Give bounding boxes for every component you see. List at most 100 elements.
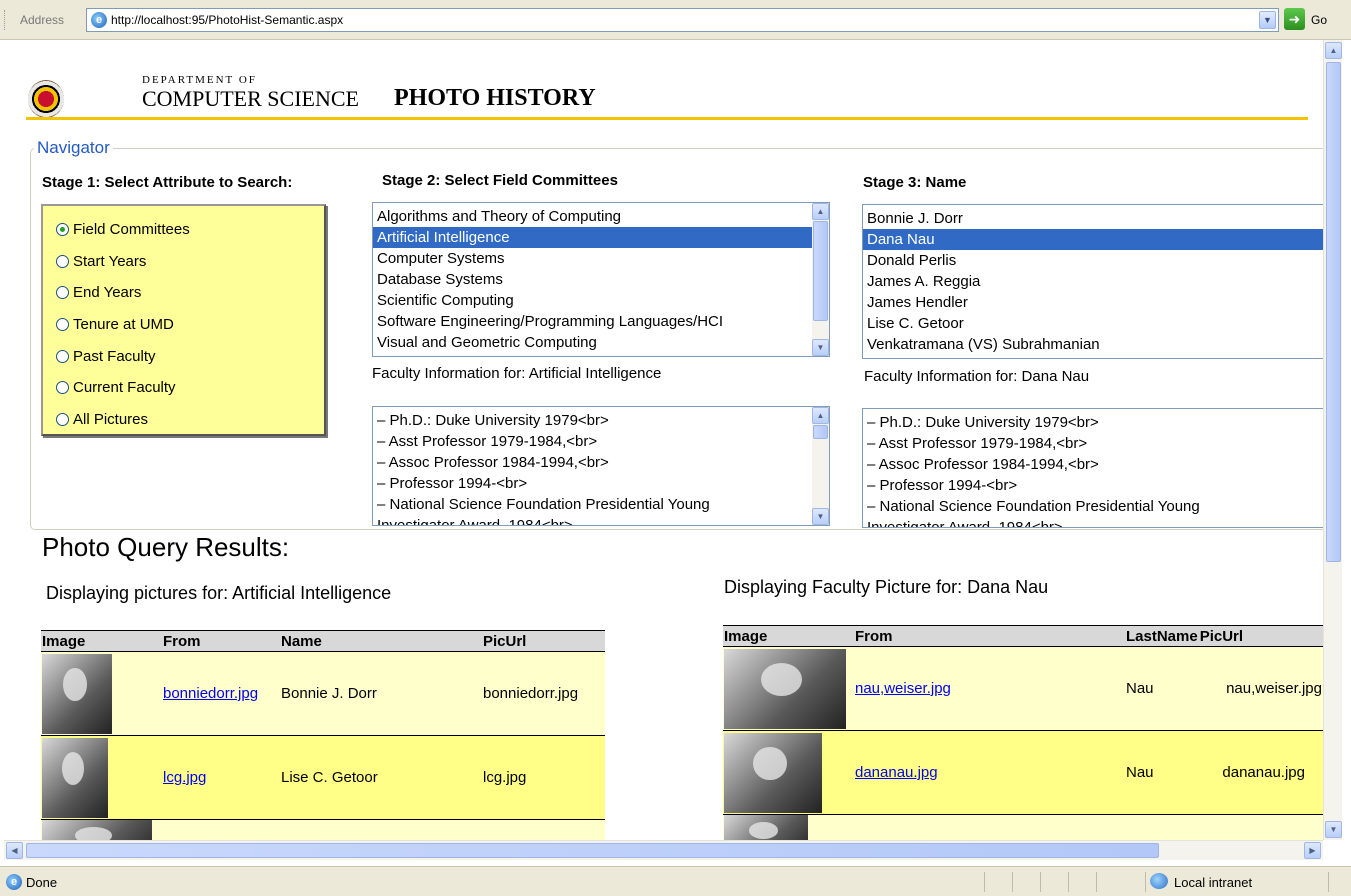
stage1-heading: Stage 1: Select Attribute to Search: (42, 174, 293, 191)
page-vertical-scrollbar[interactable]: ▲ ▼ (1323, 40, 1342, 840)
page-horizontal-scrollbar[interactable]: ◀ ▶ (4, 840, 1323, 860)
list-item[interactable]: Database Systems (373, 269, 829, 290)
scroll-down-icon[interactable]: ▼ (812, 508, 829, 525)
radio-label: All Pictures (73, 410, 149, 428)
radio-option[interactable]: Current Faculty (43, 372, 324, 404)
navigator-legend: Navigator (34, 138, 113, 158)
go-arrow-icon[interactable]: ➜ (1284, 8, 1305, 30)
radio-button[interactable] (56, 254, 69, 268)
scroll-thumb[interactable] (813, 221, 828, 321)
info-line: – Ph.D.: Duke University 1979<br> (377, 412, 609, 429)
info-line: – National Science Foundation Presidenti… (867, 498, 1200, 515)
photo-link[interactable]: lcg.jpg (163, 769, 206, 786)
status-divider (1040, 872, 1041, 892)
list-item[interactable]: James Hendler (863, 292, 1323, 313)
radio-button[interactable] (56, 318, 69, 332)
status-divider (1328, 872, 1329, 892)
col-header: From (854, 625, 1125, 647)
radio-label: Field Committees (73, 221, 190, 239)
info-line: – Assoc Professor 1984-1994,<br> (867, 456, 1099, 473)
scroll-right-icon[interactable]: ▶ (1304, 842, 1321, 859)
listbox-scrollbar[interactable]: ▲ ▼ (812, 203, 829, 356)
scroll-thumb[interactable] (813, 425, 828, 439)
list-item[interactable]: Visual and Geometric Computing (373, 332, 829, 353)
scroll-up-icon[interactable]: ▲ (812, 407, 829, 424)
info-line: – Assoc Professor 1984-1994,<br> (377, 454, 609, 471)
table-row: bonniedorr.jpg Bonnie J. Dorr bonniedorr… (41, 651, 605, 736)
table-row: nau,weiser.jpg Nau nau,weiser.jpg (723, 646, 1323, 731)
ie-page-icon: e (6, 874, 22, 890)
col-header: Image (723, 625, 854, 647)
col-header: From (162, 630, 280, 652)
address-label: Address (20, 13, 65, 27)
scroll-thumb[interactable] (1326, 62, 1341, 562)
textarea-scrollbar[interactable]: ▲ ▼ (812, 407, 829, 525)
address-url: http://localhost:95/PhotoHist-Semantic.a… (111, 13, 344, 27)
page-title: PHOTO HISTORY (394, 85, 596, 111)
info-line: – Ph.D.: Duke University 1979<br> (867, 414, 1099, 431)
photo-thumbnail (42, 737, 108, 818)
list-item[interactable]: Artificial Intelligence (373, 227, 829, 248)
info-line: – National Science Foundation Presidenti… (377, 496, 710, 513)
list-item[interactable]: Lise C. Getoor (863, 313, 1323, 334)
list-item[interactable]: Dana Nau (863, 229, 1323, 250)
address-input[interactable]: e http://localhost:95/PhotoHist-Semantic… (86, 8, 1279, 32)
photo-thumbnail (724, 648, 846, 729)
radio-button[interactable] (56, 286, 69, 300)
scroll-down-icon[interactable]: ▼ (1325, 821, 1342, 838)
name-listbox[interactable]: Bonnie J. Dorr Dana Nau Donald Perlis James… (862, 204, 1323, 359)
toolbar-grip[interactable] (4, 10, 7, 30)
photo-thumbnail (42, 820, 152, 840)
scroll-thumb[interactable] (26, 843, 1159, 858)
radio-button[interactable] (56, 381, 69, 395)
address-bar: Address e http://localhost:95/PhotoHist-… (0, 0, 1351, 40)
info-line: – Asst Professor 1979-1984,<br> (867, 435, 1088, 452)
scroll-down-icon[interactable]: ▼ (812, 339, 829, 356)
radio-option[interactable]: Past Faculty (43, 340, 324, 372)
committee-info-textarea[interactable]: – Ph.D.: Duke University 1979<br> – Asst … (372, 406, 830, 526)
go-button[interactable]: Go (1311, 13, 1327, 27)
photo-link[interactable]: bonniedorr.jpg (163, 685, 258, 702)
list-item[interactable]: Venkatramana (VS) Subrahmanian (863, 334, 1323, 355)
radio-option[interactable]: All Pictures (43, 404, 324, 436)
col-header: Name (280, 630, 482, 652)
radio-button[interactable] (56, 223, 69, 237)
stage2-info-label: Faculty Information for: Artificial Inte… (372, 365, 662, 382)
university-seal-logo (28, 80, 64, 118)
list-item[interactable]: Scientific Computing (373, 290, 829, 311)
left-results-label: Displaying pictures for: Artificial Inte… (46, 583, 392, 603)
list-item[interactable]: Software Engineering/Programming Languag… (373, 311, 829, 332)
photo-link[interactable]: nau,weiser.jpg (855, 680, 951, 697)
radio-label: Start Years (73, 252, 147, 270)
scroll-left-icon[interactable]: ◀ (6, 842, 23, 859)
address-dropdown-button[interactable]: ▼ (1259, 11, 1276, 29)
radio-option[interactable]: Tenure at UMD (43, 309, 324, 341)
radio-button[interactable] (56, 349, 69, 363)
info-line: – Professor 1994-<br> (377, 475, 528, 492)
list-item[interactable]: Donald Perlis (863, 250, 1323, 271)
name-cell: Lise C. Getoor (280, 735, 482, 820)
field-committees-listbox[interactable]: Algorithms and Theory of Computing Artifi… (372, 202, 830, 357)
photo-link[interactable]: dananau.jpg (855, 764, 938, 781)
list-item[interactable]: Bonnie J. Dorr (863, 208, 1323, 229)
scroll-up-icon[interactable]: ▲ (1325, 42, 1342, 59)
scroll-up-icon[interactable]: ▲ (812, 203, 829, 220)
radio-option[interactable]: Start Years (43, 246, 324, 278)
radio-label: Tenure at UMD (73, 316, 174, 334)
faculty-info-textarea[interactable]: – Ph.D.: Duke University 1979<br> – Asst … (862, 408, 1323, 528)
radio-label: Current Faculty (73, 379, 176, 397)
col-header: Image (41, 630, 162, 652)
dept-name: COMPUTER SCIENCE (142, 86, 359, 111)
stage3-heading: Stage 3: Name (863, 174, 967, 191)
info-line: – Asst Professor 1979-1984,<br> (377, 433, 598, 450)
status-text: Done (26, 875, 58, 890)
radio-button[interactable] (56, 412, 69, 426)
ie-page-icon: e (91, 12, 107, 28)
page-viewport: DEPARTMENT OF COMPUTER SCIENCE PHOTO HIS… (4, 40, 1323, 840)
radio-option[interactable]: Field Committees (43, 214, 324, 246)
photo-thumbnail (42, 653, 112, 734)
list-item[interactable]: Algorithms and Theory of Computing (373, 206, 829, 227)
list-item[interactable]: James A. Reggia (863, 271, 1323, 292)
radio-option[interactable]: End Years (43, 277, 324, 309)
list-item[interactable]: Computer Systems (373, 248, 829, 269)
